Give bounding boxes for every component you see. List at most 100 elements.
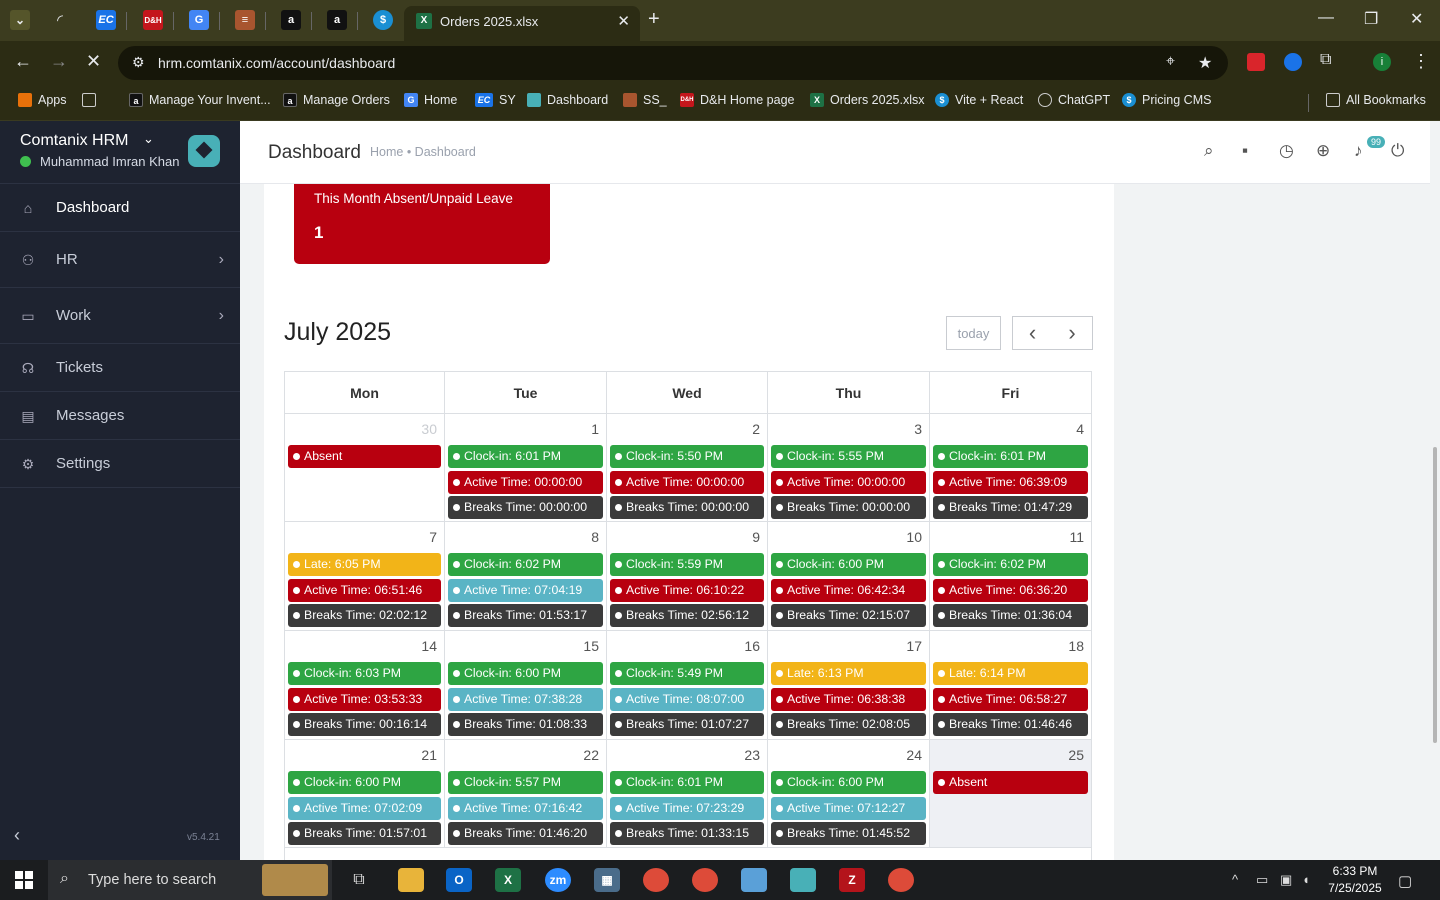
calendar-event[interactable]: Clock-in: 6:01 PM: [448, 445, 603, 468]
tab-amazon-icon[interactable]: a: [281, 10, 301, 30]
tray-chevron-icon[interactable]: ^: [1232, 872, 1238, 887]
calendar-event[interactable]: Absent: [288, 445, 441, 468]
search-icon[interactable]: ⌕: [1204, 141, 1214, 161]
calendar-day-cell[interactable]: 23 Clock-in: 6:01 PM Active Time: 07:23:29…: [607, 740, 768, 848]
calendar-event[interactable]: Clock-in: 6:03 PM: [288, 662, 441, 685]
tab-search-dropdown[interactable]: ⌄: [10, 10, 30, 30]
bookmark-apps[interactable]: Apps: [18, 93, 67, 107]
calendar-event[interactable]: Breaks Time: 02:08:05: [771, 713, 926, 736]
add-icon[interactable]: ⊕: [1316, 141, 1330, 161]
bookmark-manage-orders[interactable]: a Manage Orders: [283, 93, 390, 107]
calendar-event[interactable]: Breaks Time: 01:53:17: [448, 604, 603, 627]
tab-ec-icon[interactable]: EC: [96, 10, 116, 30]
restore-icon[interactable]: ❐: [1364, 9, 1378, 29]
sidebar-item-work[interactable]: ▭ Work ›: [0, 288, 240, 344]
bell-icon[interactable]: ♪: [1354, 141, 1363, 161]
sidebar-item-dashboard[interactable]: ⌂ Dashboard: [0, 184, 240, 232]
calendar-day-cell[interactable]: 10 Clock-in: 6:00 PM Active Time: 06:42:34…: [768, 522, 930, 631]
next-month-button[interactable]: ›: [1052, 316, 1093, 350]
excel-icon[interactable]: X: [495, 868, 521, 892]
calendar-event[interactable]: Active Time: 07:12:27: [771, 796, 926, 820]
calendar-day-cell[interactable]: 3 Clock-in: 5:55 PM Active Time: 00:00:00 B…: [768, 414, 930, 522]
calendar-event[interactable]: Late: 6:14 PM: [933, 662, 1088, 685]
extensions-puzzle-icon[interactable]: ⧉: [1320, 51, 1331, 69]
calendar-event[interactable]: Breaks Time: 01:46:46: [933, 713, 1088, 736]
calendar-event[interactable]: Breaks Time: 00:16:14: [288, 713, 441, 736]
calendar-event[interactable]: Active Time: 06:58:27: [933, 687, 1088, 711]
bookmark-chatgpt[interactable]: ChatGPT: [1038, 93, 1110, 107]
calendar-day-cell[interactable]: 15 Clock-in: 6:00 PM Active Time: 07:38:28…: [445, 631, 607, 740]
network-icon[interactable]: ▣: [1280, 872, 1292, 888]
calendar-event[interactable]: Absent: [933, 771, 1088, 794]
calendar-event[interactable]: Active Time: 07:23:29: [610, 796, 764, 820]
calendar-event[interactable]: Breaks Time: 01:33:15: [610, 822, 764, 845]
address-bar[interactable]: ⚙ hrm.comtanix.com/account/dashboard ⌖ ★: [118, 46, 1228, 80]
new-tab-button[interactable]: +: [648, 8, 660, 31]
bookmark-dh-home[interactable]: D&H D&H Home page: [680, 93, 795, 107]
calendar-event[interactable]: Active Time: 06:51:46: [288, 578, 441, 602]
calendar-day-cell[interactable]: 21 Clock-in: 6:00 PM Active Time: 07:02:09…: [284, 740, 445, 848]
file-explorer-icon[interactable]: [398, 868, 424, 892]
bookmark-ss[interactable]: SS_: [623, 93, 667, 107]
calendar-event[interactable]: Active Time: 03:53:33: [288, 687, 441, 711]
calendar-event[interactable]: Active Time: 06:10:22: [610, 578, 764, 602]
tab-dh-icon[interactable]: D&H: [143, 10, 163, 30]
calendar-event[interactable]: Breaks Time: 00:00:00: [771, 496, 926, 519]
back-icon[interactable]: ←: [14, 51, 32, 72]
stop-loading-icon[interactable]: ✕: [86, 51, 101, 72]
calendar-event[interactable]: Breaks Time: 01:47:29: [933, 496, 1088, 519]
collapse-sidebar-icon[interactable]: ‹: [14, 825, 20, 846]
calendar-event[interactable]: Clock-in: 6:02 PM: [448, 553, 603, 576]
calendar-event[interactable]: Clock-in: 5:59 PM: [610, 553, 764, 576]
calendar-day-cell[interactable]: 30 Absent: [284, 414, 445, 522]
comtanix-app-icon[interactable]: [790, 868, 816, 892]
loading-tab-icon[interactable]: ◜: [50, 10, 70, 30]
forward-icon[interactable]: →: [50, 51, 68, 72]
location-icon[interactable]: ⌖: [1166, 53, 1175, 71]
calendar-event[interactable]: Breaks Time: 00:00:00: [610, 496, 764, 519]
tab-stack-icon[interactable]: ≡: [235, 10, 255, 30]
chrome-profile-icon[interactable]: [692, 868, 718, 892]
notifications-icon[interactable]: ▢: [1398, 872, 1412, 890]
scrollbar-thumb[interactable]: [1433, 447, 1437, 743]
taskbar-search[interactable]: ⌕ Type here to search: [48, 860, 332, 900]
calendar-event[interactable]: Breaks Time: 02:02:12: [288, 604, 441, 627]
calendar-event[interactable]: Active Time: 08:07:00: [610, 687, 764, 711]
sidebar-item-messages[interactable]: ▤ Messages: [0, 392, 240, 440]
bookmark-star-icon[interactable]: ★: [1198, 53, 1212, 73]
clock-icon[interactable]: ◷: [1279, 141, 1294, 161]
extension-red-icon[interactable]: [1247, 53, 1265, 71]
calendar-event[interactable]: Breaks Time: 01:36:04: [933, 604, 1088, 627]
power-icon[interactable]: ⏻: [1391, 141, 1404, 161]
calendar-day-cell[interactable]: 14 Clock-in: 6:03 PM Active Time: 03:53:33…: [284, 631, 445, 740]
calendar-event[interactable]: Active Time: 00:00:00: [771, 470, 926, 494]
calendar-event[interactable]: Active Time: 07:02:09: [288, 796, 441, 820]
calendar-event[interactable]: Active Time: 07:16:42: [448, 796, 603, 820]
windows-start-icon[interactable]: [15, 871, 33, 889]
calendar-day-cell[interactable]: 17 Late: 6:13 PM Active Time: 06:38:38 Brea…: [768, 631, 930, 740]
chevron-down-icon[interactable]: ⌄: [143, 131, 154, 147]
calendar-event[interactable]: Active Time: 06:38:38: [771, 687, 926, 711]
calendar-day-cell[interactable]: 2 Clock-in: 5:50 PM Active Time: 00:00:00 B…: [607, 414, 768, 522]
calendar-event[interactable]: Active Time: 00:00:00: [610, 470, 764, 494]
calendar-event[interactable]: Clock-in: 5:50 PM: [610, 445, 764, 468]
browser-menu-icon[interactable]: ⋮: [1412, 51, 1430, 72]
calendar-event[interactable]: Breaks Time: 01:46:20: [448, 822, 603, 845]
minimize-icon[interactable]: —: [1318, 9, 1334, 27]
calendar-event[interactable]: Active Time: 06:39:09: [933, 470, 1088, 494]
calendar-day-cell[interactable]: 22 Clock-in: 5:57 PM Active Time: 07:16:42…: [445, 740, 607, 848]
filezilla-icon[interactable]: Z: [839, 868, 865, 892]
calendar-day-cell[interactable]: 24 Clock-in: 6:00 PM Active Time: 07:12:27…: [768, 740, 930, 848]
chrome-alt-icon[interactable]: [888, 868, 914, 892]
calendar-event[interactable]: Clock-in: 6:00 PM: [771, 771, 926, 794]
outlook-icon[interactable]: O: [446, 868, 472, 892]
zoom-icon[interactable]: zm: [545, 868, 571, 892]
task-view-icon[interactable]: ⧉: [346, 868, 372, 892]
calendar-day-cell[interactable]: 4 Clock-in: 6:01 PM Active Time: 06:39:09 B…: [930, 414, 1092, 522]
close-window-icon[interactable]: ✕: [1410, 9, 1423, 29]
calendar-event[interactable]: Clock-in: 6:01 PM: [610, 771, 764, 794]
active-tab[interactable]: X Orders 2025.xlsx ✕: [404, 6, 640, 41]
sidebar-item-hr[interactable]: ⚇ HR ›: [0, 232, 240, 288]
all-bookmarks-button[interactable]: All Bookmarks: [1326, 93, 1426, 107]
calendar-day-cell[interactable]: 18 Late: 6:14 PM Active Time: 06:58:27 Brea…: [930, 631, 1092, 740]
